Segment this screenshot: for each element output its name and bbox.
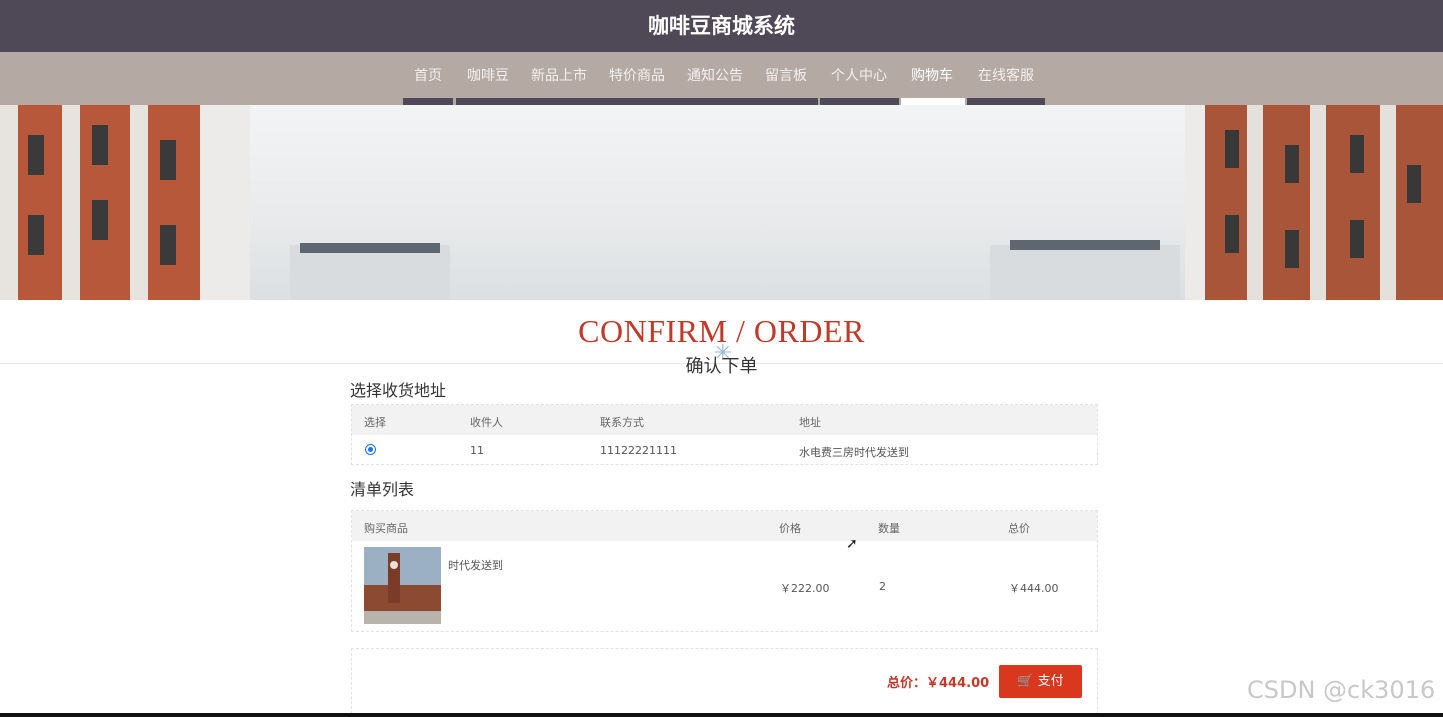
col-product: 购买商品 [364, 522, 408, 535]
banner-building-left [0, 105, 250, 300]
nav-underline-active [901, 98, 965, 105]
col-address: 地址 [799, 416, 821, 429]
nav-item-message-board[interactable]: 留言板 [765, 66, 807, 86]
nav-item-coffee-beans[interactable]: 咖啡豆 [467, 66, 509, 86]
address-table: 选择 收件人 联系方式 地址 11 11122221111 水电费三房时代发送到 [351, 404, 1098, 465]
site-header: 咖啡豆商城系统 [0, 0, 1443, 52]
product-image[interactable] [364, 547, 441, 624]
order-list-section-title: 清单列表 [350, 480, 415, 499]
mouse-cursor-icon: ➚ [846, 536, 858, 552]
nav-item-home[interactable]: 首页 [414, 66, 442, 86]
col-price: 价格 [779, 522, 801, 535]
col-contact: 联系方式 [600, 416, 644, 429]
banner-building-right [1185, 105, 1443, 300]
banner-roof [290, 245, 450, 300]
address-recipient: 11 [470, 444, 484, 457]
bottom-edge [0, 713, 1443, 717]
nav-item-profile[interactable]: 个人中心 [831, 66, 887, 86]
order-table: 购买商品 价格 数量 总价 时代发送到 ￥222.00 2 ￥444.00 [351, 510, 1098, 632]
nav-underline [456, 98, 818, 105]
product-quantity: 2 [879, 580, 886, 593]
product-name[interactable]: 时代发送到 [448, 557, 503, 573]
nav-item-cart[interactable]: 购物车 [911, 66, 953, 86]
address-contact: 11122221111 [600, 444, 677, 457]
order-total: 总价：￥444.00 [887, 676, 990, 691]
nav-item-online-service[interactable]: 在线客服 [978, 66, 1034, 86]
site-title: 咖啡豆商城系统 [648, 14, 795, 38]
nav-underline [820, 98, 899, 105]
pay-button-label: 支付 [1037, 674, 1064, 689]
col-recipient: 收件人 [470, 416, 503, 429]
banner-roof [990, 245, 1180, 300]
nav-underline [403, 98, 453, 105]
address-text: 水电费三房时代发送到 [799, 446, 909, 459]
product-total: ￥444.00 [1009, 582, 1059, 595]
col-select: 选择 [364, 416, 386, 429]
col-total: 总价 [1008, 522, 1030, 535]
pay-button[interactable]: 🛒 支付 [999, 665, 1082, 698]
nav-item-specials[interactable]: 特价商品 [609, 66, 665, 86]
page-title-cn: 确认下单 [685, 356, 758, 377]
nav-item-notices[interactable]: 通知公告 [687, 66, 743, 86]
main-nav: 首页 咖啡豆 新品上市 特价商品 通知公告 留言板 个人中心 购物车 在线客服 [0, 52, 1443, 105]
address-radio[interactable] [365, 444, 376, 455]
banner-image [0, 105, 1443, 300]
product-price: ￥222.00 [780, 582, 830, 595]
col-quantity: 数量 [878, 522, 900, 535]
watermark: CSDN @ck3016 [1247, 676, 1436, 704]
nav-item-new-arrivals[interactable]: 新品上市 [531, 66, 587, 86]
cart-icon: 🛒 [1017, 674, 1034, 689]
address-table-header: 选择 收件人 联系方式 地址 [352, 405, 1097, 435]
address-section-title: 选择收货地址 [350, 381, 447, 400]
order-table-header: 购买商品 价格 数量 总价 [352, 511, 1097, 541]
nav-underline [967, 98, 1045, 105]
